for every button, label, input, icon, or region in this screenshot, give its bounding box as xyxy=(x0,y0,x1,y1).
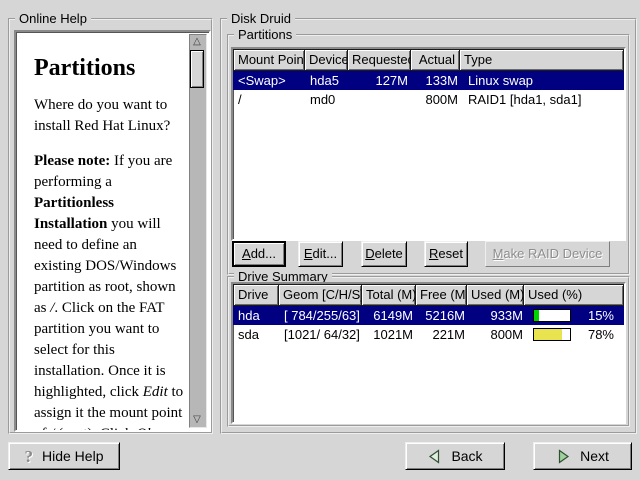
back-arrow-icon xyxy=(427,449,442,464)
partition-row[interactable]: / md0 800M RAID1 [hda1, sda1] xyxy=(233,90,624,109)
edit-button[interactable]: Edit... xyxy=(298,241,343,267)
reset-button[interactable]: Reset xyxy=(424,241,468,267)
column-header-geom[interactable]: Geom [C/H/S] xyxy=(278,284,362,306)
cell-mount-point: / xyxy=(233,90,305,109)
delete-button[interactable]: Delete xyxy=(361,241,407,267)
partitions-table: Mount Point Device Requested Actual Type… xyxy=(231,47,626,241)
cell-drive: sda xyxy=(233,325,279,344)
partition-row[interactable]: <Swap> hda5 127M 133M Linux swap xyxy=(233,71,624,90)
down-arrow-icon: ▽ xyxy=(193,414,201,425)
disk-druid-frame: Disk Druid Partitions Mount Point Device… xyxy=(220,18,637,434)
usage-pct-label: 78% xyxy=(588,325,624,344)
drive-row[interactable]: hda [ 784/255/63] 6149M 5216M 933M 15% xyxy=(233,306,624,325)
cell-drive: hda xyxy=(233,306,279,325)
column-header-used-pct[interactable]: Used (%) xyxy=(523,284,624,306)
scroll-up-button[interactable]: △ xyxy=(190,35,204,49)
help-title: Partitions xyxy=(34,58,187,79)
partitions-frame: Partitions Mount Point Device Requested … xyxy=(227,34,630,275)
help-viewport: Partitions Where do you want to install … xyxy=(14,30,211,432)
hide-help-label: Hide Help xyxy=(42,448,103,464)
next-button[interactable]: Next xyxy=(533,442,632,470)
cell-device: hda5 xyxy=(305,71,349,90)
column-header-device[interactable]: Device xyxy=(304,49,348,71)
column-header-type[interactable]: Type xyxy=(459,49,624,71)
cell-type: RAID1 [hda1, sda1] xyxy=(463,90,624,109)
cell-total: 1021M xyxy=(363,325,418,344)
next-label: Next xyxy=(580,448,609,464)
cell-used: 933M xyxy=(470,306,528,325)
cell-actual: 800M xyxy=(413,90,463,109)
help-paragraph: Where do you want to install Red Hat Lin… xyxy=(34,95,187,137)
installer-window: { "colors": { "window_bg": "#d6d6d6", "s… xyxy=(0,0,640,480)
column-header-requested[interactable]: Requested xyxy=(347,49,411,71)
up-arrow-icon: △ xyxy=(193,36,201,47)
partitions-frame-label: Partitions xyxy=(234,27,296,42)
help-body: Partitions Where do you want to install … xyxy=(16,32,191,430)
cell-actual: 133M xyxy=(413,71,463,90)
question-mark-icon: ? xyxy=(25,448,34,465)
make-raid-device-button[interactable]: Make RAID Device xyxy=(485,241,610,267)
help-paragraph: Please note: If you are performing a Par… xyxy=(34,151,187,430)
cell-used-pct: 78% xyxy=(528,325,624,344)
hide-help-button[interactable]: ? Hide Help xyxy=(8,442,120,470)
cell-mount-point: <Swap> xyxy=(233,71,305,90)
usage-bar-fill xyxy=(534,310,539,321)
usage-bar xyxy=(533,309,571,322)
cell-geom: [ 784/255/63] xyxy=(279,306,363,325)
drive-row[interactable]: sda [1021/ 64/32] 1021M 221M 800M 78% xyxy=(233,325,624,344)
column-header-used-m[interactable]: Used (M) xyxy=(466,284,524,306)
cell-device: md0 xyxy=(305,90,349,109)
cell-used: 800M xyxy=(470,325,528,344)
cell-type: Linux swap xyxy=(463,71,624,90)
back-button[interactable]: Back xyxy=(405,442,505,470)
disk-druid-frame-label: Disk Druid xyxy=(227,11,295,26)
cell-requested: 127M xyxy=(349,71,413,90)
drive-summary-table: Drive Geom [C/H/S] Total (M) Free (M) Us… xyxy=(231,282,626,424)
cell-total: 6149M xyxy=(363,306,418,325)
cell-free: 5216M xyxy=(418,306,470,325)
help-scrollbar[interactable]: △ ▽ xyxy=(189,34,207,428)
online-help-frame: Online Help Partitions Where do you want… xyxy=(8,18,213,434)
scroll-down-button[interactable]: ▽ xyxy=(190,413,204,427)
column-header-free[interactable]: Free (M) xyxy=(415,284,467,306)
usage-bar-fill xyxy=(534,329,562,340)
cell-geom: [1021/ 64/32] xyxy=(279,325,363,344)
usage-pct-label: 15% xyxy=(588,306,624,325)
drive-summary-table-header: Drive Geom [C/H/S] Total (M) Free (M) Us… xyxy=(233,284,624,306)
cell-requested xyxy=(349,90,413,109)
online-help-frame-label: Online Help xyxy=(15,11,91,26)
column-header-mount-point[interactable]: Mount Point xyxy=(233,49,305,71)
next-arrow-icon xyxy=(556,449,571,464)
usage-bar xyxy=(533,328,571,341)
scrollbar-thumb[interactable] xyxy=(190,50,204,88)
column-header-drive[interactable]: Drive xyxy=(233,284,279,306)
cell-free: 221M xyxy=(418,325,470,344)
add-button[interactable]: Add... xyxy=(232,241,286,267)
drive-summary-frame: Drive Summary Drive Geom [C/H/S] Total (… xyxy=(227,276,630,427)
column-header-actual[interactable]: Actual xyxy=(410,49,460,71)
partitions-table-header: Mount Point Device Requested Actual Type xyxy=(233,49,624,71)
column-header-total[interactable]: Total (M) xyxy=(361,284,416,306)
back-label: Back xyxy=(451,448,482,464)
cell-used-pct: 15% xyxy=(528,306,624,325)
